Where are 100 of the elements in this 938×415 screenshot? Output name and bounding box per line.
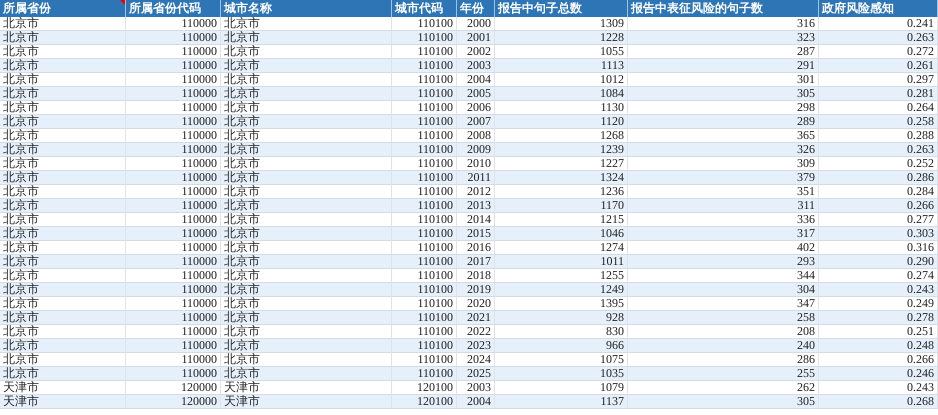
table-cell: 2018 — [457, 269, 495, 283]
column-header: 报告中表征风险的句子数 — [628, 0, 819, 17]
table-cell: 0.261 — [819, 59, 938, 73]
table-cell: 0.316 — [819, 241, 938, 255]
table-cell: 北京市 — [221, 115, 392, 129]
table-cell: 1011 — [495, 255, 628, 269]
table-cell: 2004 — [457, 395, 495, 409]
table-cell: 351 — [628, 185, 819, 199]
table-cell: 北京市 — [221, 101, 392, 115]
table-cell: 2009 — [457, 143, 495, 157]
table-cell: 110000 — [126, 87, 221, 101]
table-cell: 北京市 — [221, 227, 392, 241]
table-cell: 110100 — [392, 101, 457, 115]
table-cell: 110000 — [126, 199, 221, 213]
table-cell: 336 — [628, 213, 819, 227]
table-cell: 北京市 — [221, 59, 392, 73]
table-cell: 北京市 — [221, 339, 392, 353]
table-cell: 287 — [628, 45, 819, 59]
table-cell: 323 — [628, 31, 819, 45]
table-cell: 110000 — [126, 17, 221, 31]
table-cell: 110100 — [392, 31, 457, 45]
table-cell: 北京市 — [221, 171, 392, 185]
table-cell: 0.243 — [819, 381, 938, 395]
table-cell: 0.303 — [819, 227, 938, 241]
table-cell: 0.290 — [819, 255, 938, 269]
table-cell: 1215 — [495, 213, 628, 227]
table-cell: 0.251 — [819, 325, 938, 339]
table-cell: 110100 — [392, 171, 457, 185]
table-cell: 北京市 — [221, 45, 392, 59]
table-cell: 110000 — [126, 353, 221, 367]
table-cell: 2020 — [457, 297, 495, 311]
table-cell: 110000 — [126, 171, 221, 185]
table-cell: 北京市 — [0, 101, 126, 115]
table-cell: 110100 — [392, 353, 457, 367]
table-cell: 2024 — [457, 353, 495, 367]
table-cell: 1075 — [495, 353, 628, 367]
table-cell: 365 — [628, 129, 819, 143]
table-cell: 2010 — [457, 157, 495, 171]
table-cell: 北京市 — [221, 31, 392, 45]
table-cell: 北京市 — [221, 325, 392, 339]
table-cell: 293 — [628, 255, 819, 269]
table-cell: 0.266 — [819, 199, 938, 213]
table-cell: 北京市 — [221, 157, 392, 171]
table-cell: 110000 — [126, 339, 221, 353]
column-header: 城市名称 — [221, 0, 392, 17]
table-cell: 0.286 — [819, 171, 938, 185]
table-cell: 北京市 — [0, 185, 126, 199]
table-cell: 北京市 — [0, 213, 126, 227]
table-cell: 北京市 — [221, 73, 392, 87]
table-cell: 北京市 — [0, 73, 126, 87]
table-cell: 255 — [628, 367, 819, 381]
table-cell: 北京市 — [0, 171, 126, 185]
table-cell: 2007 — [457, 115, 495, 129]
table-cell: 北京市 — [221, 129, 392, 143]
table-cell: 120000 — [126, 381, 221, 395]
column-header: 报告中句子总数 — [495, 0, 628, 17]
table-cell: 0.297 — [819, 73, 938, 87]
table-cell: 110000 — [126, 297, 221, 311]
column-header: 政府风险感知 — [819, 0, 938, 17]
table-cell: 北京市 — [0, 255, 126, 269]
table-cell: 110100 — [392, 241, 457, 255]
table-cell: 110000 — [126, 45, 221, 59]
table-cell: 1395 — [495, 297, 628, 311]
table-cell: 北京市 — [0, 297, 126, 311]
table-cell: 0.268 — [819, 395, 938, 409]
table-cell: 262 — [628, 381, 819, 395]
table-cell: 2017 — [457, 255, 495, 269]
table-cell: 110100 — [392, 213, 457, 227]
table-cell: 110000 — [126, 283, 221, 297]
table-cell: 1113 — [495, 59, 628, 73]
table-cell: 0.266 — [819, 353, 938, 367]
table-cell: 1130 — [495, 101, 628, 115]
table-cell: 2006 — [457, 101, 495, 115]
table-cell: 291 — [628, 59, 819, 73]
table-cell: 110000 — [126, 367, 221, 381]
table-cell: 1035 — [495, 367, 628, 381]
table-cell: 2014 — [457, 213, 495, 227]
table-cell: 北京市 — [221, 199, 392, 213]
table-cell: 110000 — [126, 157, 221, 171]
table-cell: 110100 — [392, 185, 457, 199]
table-cell: 110100 — [392, 59, 457, 73]
table-cell: 110000 — [126, 241, 221, 255]
table-cell: 北京市 — [0, 283, 126, 297]
table-cell: 286 — [628, 353, 819, 367]
column-header: 年份 — [457, 0, 495, 17]
table-cell: 0.288 — [819, 129, 938, 143]
table-cell: 北京市 — [0, 31, 126, 45]
table-cell: 110100 — [392, 115, 457, 129]
table-cell: 0.258 — [819, 115, 938, 129]
table-cell: 北京市 — [0, 367, 126, 381]
table-cell: 北京市 — [0, 59, 126, 73]
table-cell: 天津市 — [221, 395, 392, 409]
table-cell: 1239 — [495, 143, 628, 157]
table-cell: 0.248 — [819, 339, 938, 353]
table-cell: 110100 — [392, 269, 457, 283]
table-cell: 北京市 — [221, 311, 392, 325]
table-cell: 110000 — [126, 143, 221, 157]
table-cell: 1170 — [495, 199, 628, 213]
table-cell: 北京市 — [0, 199, 126, 213]
table-cell: 120100 — [392, 395, 457, 409]
